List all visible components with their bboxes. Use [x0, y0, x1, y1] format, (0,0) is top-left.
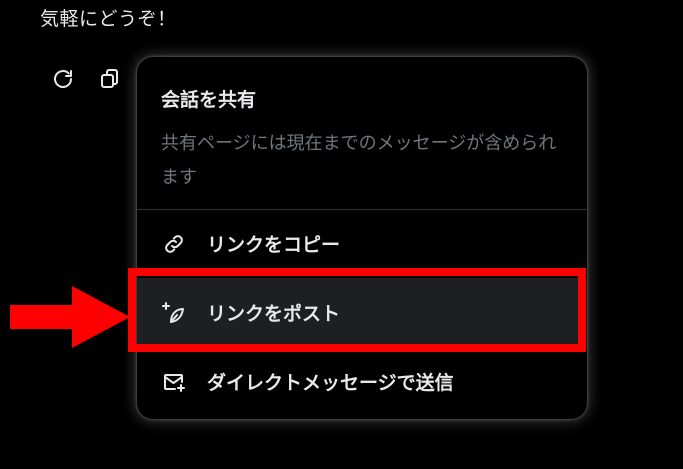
share-popup: 会話を共有 共有ページには現在までのメッセージが含められます リンクをコピー リ… [137, 57, 587, 419]
post-link-label: リンクをポスト [207, 303, 341, 325]
link-icon [161, 231, 187, 257]
copy-link-menu-item[interactable]: リンクをコピー [137, 209, 587, 278]
popup-title: 会話を共有 [161, 89, 257, 111]
envelope-plus-icon [161, 369, 187, 395]
annotation-arrow-icon [10, 286, 130, 348]
copy-icon[interactable] [97, 66, 123, 92]
direct-message-menu-item[interactable]: ダイレクトメッセージで送信 [137, 347, 587, 416]
message-text: 気軽にどうぞ！ [40, 8, 177, 30]
page: 気軽にどうぞ！ 会話を共有 共有ページには現在までのメッセージが含められます リ… [0, 0, 683, 469]
refresh-icon[interactable] [50, 66, 76, 92]
popup-description: 共有ページには現在までのメッセージが含められます [161, 133, 557, 188]
post-link-menu-item[interactable]: リンクをポスト [137, 278, 587, 347]
copy-link-label: リンクをコピー [207, 234, 341, 256]
share-popup-header: 会話を共有 共有ページには現在までのメッセージが含められます [137, 57, 587, 210]
post-sparkle-icon [161, 300, 187, 326]
direct-message-label: ダイレクトメッセージで送信 [207, 372, 454, 394]
